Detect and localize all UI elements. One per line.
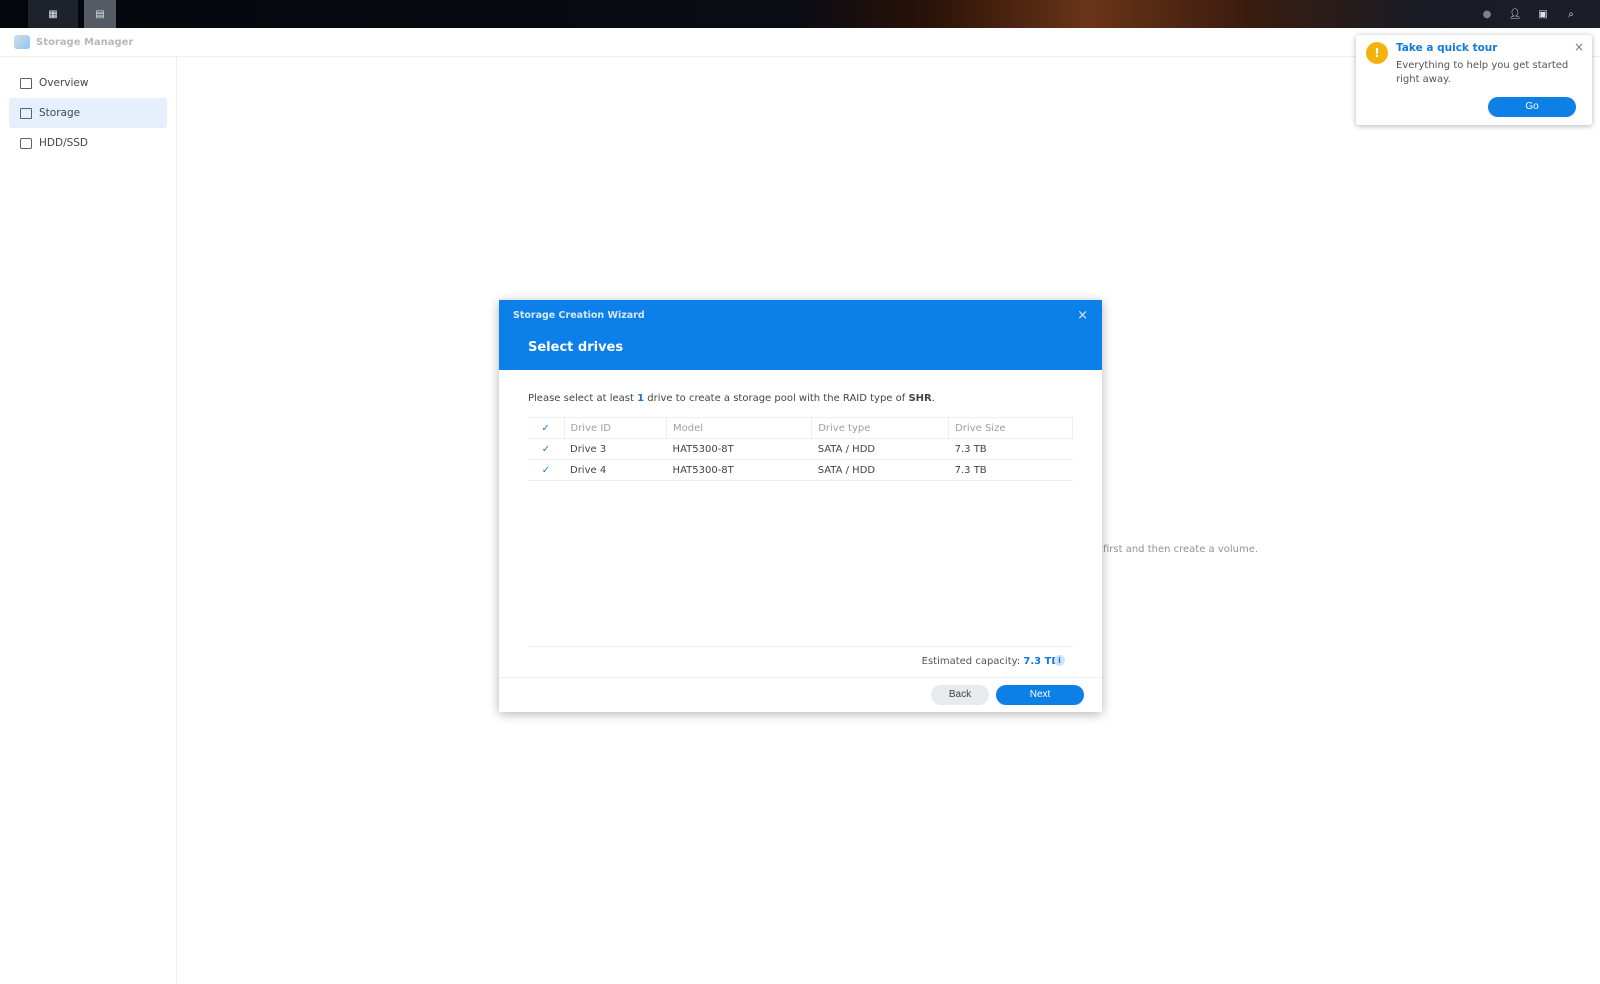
info-icon[interactable]: i	[1054, 655, 1065, 666]
search-icon[interactable]: ⌕	[1558, 0, 1584, 28]
next-button[interactable]: Next	[996, 685, 1084, 705]
sidebar-item-hdd-ssd[interactable]: HDD/SSD	[9, 128, 167, 158]
drive-model: HAT5300-8T	[666, 459, 812, 481]
instructions: Please select at least 1 drive to create…	[528, 393, 935, 404]
divider	[499, 677, 1102, 678]
back-button[interactable]: Back	[931, 685, 989, 705]
step-title: Select drives	[528, 340, 624, 355]
drive-id: Drive 3	[564, 438, 667, 460]
drive-size: 7.3 TB	[948, 459, 1073, 481]
sidebar-item-label: Overview	[39, 77, 89, 89]
column-header[interactable]: Drive ID	[564, 417, 668, 439]
storage-manager-app-icon[interactable]: ▤	[84, 0, 116, 28]
lightbulb-icon: !	[1366, 42, 1388, 64]
sidebar: Overview Storage HDD/SSD	[0, 57, 177, 984]
sidebar-item-storage[interactable]: Storage	[9, 98, 167, 128]
row-checkbox[interactable]: ✓	[528, 459, 564, 481]
row-checkbox[interactable]: ✓	[528, 438, 564, 460]
empty-state-text: first and then create a volume.	[1103, 544, 1259, 555]
chat-icon[interactable]: ●	[1474, 0, 1500, 28]
sidebar-item-label: HDD/SSD	[39, 137, 89, 149]
drive-type: SATA / HDD	[811, 459, 949, 481]
window-title: Storage Manager	[36, 36, 134, 48]
user-icon[interactable]: 👤︎	[1502, 0, 1528, 28]
drive-table: ✓ Drive ID Model Drive type Drive Size ✓…	[528, 417, 1073, 481]
select-all-checkbox[interactable]: ✓	[528, 417, 565, 439]
go-button[interactable]: Go	[1488, 97, 1576, 117]
estimated-capacity: Estimated capacity: 7.3 TB	[922, 656, 1059, 667]
table-row[interactable]: ✓ Drive 3 HAT5300-8T SATA / HDD 7.3 TB	[528, 438, 1073, 460]
capacity-label: Estimated capacity:	[921, 656, 1024, 667]
main-menu-icon[interactable]: ▦	[28, 0, 78, 28]
taskbar: ▦ ▤ ● 👤︎ ▣ ⌕	[0, 0, 1600, 28]
quick-tour-popup: ! Take a quick tour Everything to help y…	[1356, 35, 1592, 125]
drive-id: Drive 4	[564, 459, 667, 481]
wizard-window-title: Storage Creation Wizard	[513, 310, 645, 321]
close-icon[interactable]: ×	[1574, 40, 1584, 54]
column-header[interactable]: Drive Size	[948, 417, 1073, 439]
close-icon[interactable]: ×	[1077, 308, 1088, 323]
divider	[528, 646, 1073, 647]
storage-icon	[20, 107, 32, 119]
tour-text: Everything to help you get started right…	[1396, 60, 1569, 85]
raid-type: SHR	[908, 393, 932, 404]
app-icon	[14, 35, 30, 49]
hdd-icon	[20, 137, 32, 149]
drive-model: HAT5300-8T	[666, 438, 812, 460]
table-row[interactable]: ✓ Drive 4 HAT5300-8T SATA / HDD 7.3 TB	[528, 459, 1073, 481]
drive-type: SATA / HDD	[811, 438, 949, 460]
column-header[interactable]: Drive type	[811, 417, 950, 439]
sidebar-item-overview[interactable]: Overview	[9, 68, 167, 98]
overview-icon	[20, 77, 32, 89]
widgets-icon[interactable]: ▣	[1530, 0, 1556, 28]
desc-text: .	[931, 393, 935, 404]
desc-text: drive to create a storage pool with the …	[644, 393, 909, 404]
table-header: ✓ Drive ID Model Drive type Drive Size	[528, 417, 1073, 439]
storage-creation-wizard: Storage Creation Wizard Select drives × …	[499, 300, 1102, 712]
tour-title: Take a quick tour	[1396, 42, 1498, 54]
column-header[interactable]: Model	[666, 417, 813, 439]
drive-size: 7.3 TB	[948, 438, 1073, 460]
desc-text: Please select at least	[528, 393, 638, 404]
sidebar-item-label: Storage	[39, 107, 81, 119]
